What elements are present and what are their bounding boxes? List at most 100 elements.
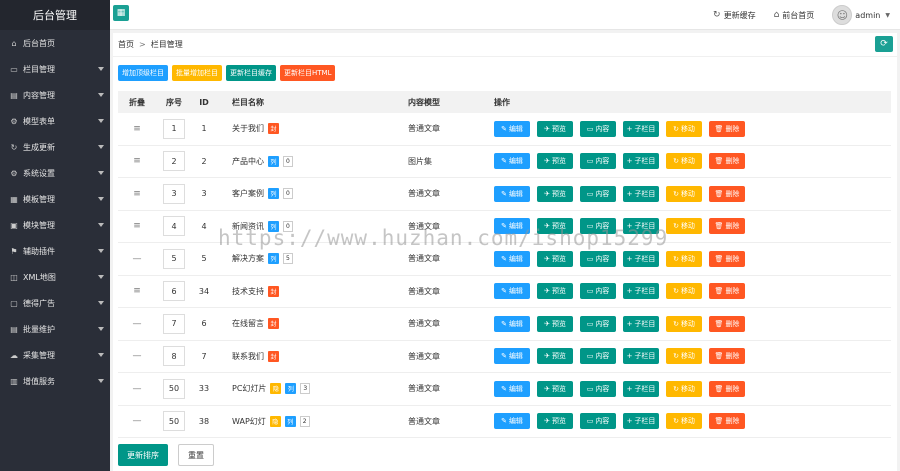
sidebar-item-2[interactable]: ▤ 内容管理 <box>0 82 110 108</box>
preview-button[interactable]: ✈ 预览 <box>537 250 573 267</box>
front-home-link[interactable]: ⌂ 前台首页 <box>774 10 815 21</box>
sort-input[interactable]: 5 <box>163 248 185 269</box>
edit-button[interactable]: ✎ 编辑 <box>494 413 530 430</box>
edit-button[interactable]: ✎ 编辑 <box>494 120 530 137</box>
child-column-button[interactable]: + 子栏目 <box>623 283 659 300</box>
content-button[interactable]: ▭ 内容 <box>580 153 616 170</box>
content-button[interactable]: ▭ 内容 <box>580 380 616 397</box>
preview-button[interactable]: ✈ 预览 <box>537 348 573 365</box>
edit-button[interactable]: ✎ 编辑 <box>494 153 530 170</box>
move-button[interactable]: ↻ 移动 <box>666 153 702 170</box>
update-sort-button[interactable]: 更新排序 <box>118 444 168 466</box>
sort-input[interactable]: 1 <box>163 118 185 139</box>
reset-button[interactable]: 重置 <box>178 444 214 466</box>
preview-button[interactable]: ✈ 预览 <box>537 218 573 235</box>
edit-button[interactable]: ✎ 编辑 <box>494 218 530 235</box>
sidebar-item-11[interactable]: ▤ 批量维护 <box>0 316 110 342</box>
delete-button[interactable]: 🗑 删除 <box>709 153 745 170</box>
update-column-cache-button[interactable]: 更新栏目缓存 <box>226 65 276 81</box>
grid-icon[interactable]: ▦ <box>113 5 129 21</box>
delete-button[interactable]: 🗑 删除 <box>709 348 745 365</box>
edit-button[interactable]: ✎ 编辑 <box>494 250 530 267</box>
delete-button[interactable]: 🗑 删除 <box>709 218 745 235</box>
sidebar-item-0[interactable]: ⌂ 后台首页 <box>0 30 110 56</box>
move-button[interactable]: ↻ 移动 <box>666 250 702 267</box>
content-button[interactable]: ▭ 内容 <box>580 348 616 365</box>
add-top-column-button[interactable]: 增加顶级栏目 <box>118 65 168 81</box>
content-button[interactable]: ▭ 内容 <box>580 315 616 332</box>
sidebar-item-8[interactable]: ⚑ 辅助插件 <box>0 238 110 264</box>
column-name[interactable]: WAP幻灯 <box>232 416 266 427</box>
sort-input[interactable]: 7 <box>163 313 185 334</box>
preview-button[interactable]: ✈ 预览 <box>537 315 573 332</box>
edit-button[interactable]: ✎ 编辑 <box>494 348 530 365</box>
delete-button[interactable]: 🗑 删除 <box>709 185 745 202</box>
refresh-cache-link[interactable]: ↻ 更新缓存 <box>713 10 756 21</box>
child-column-button[interactable]: + 子栏目 <box>623 413 659 430</box>
fold-toggle[interactable]: ≡ <box>118 124 156 134</box>
refresh-button[interactable]: ⟳ <box>875 36 893 52</box>
sidebar-item-10[interactable]: ▢ 德得广告 <box>0 290 110 316</box>
sort-input[interactable]: 3 <box>163 183 185 204</box>
child-column-button[interactable]: + 子栏目 <box>623 153 659 170</box>
move-button[interactable]: ↻ 移动 <box>666 283 702 300</box>
fold-toggle[interactable]: ≡ <box>118 221 156 231</box>
fold-toggle[interactable]: — <box>118 384 156 394</box>
content-button[interactable]: ▭ 内容 <box>580 250 616 267</box>
fold-toggle[interactable]: ≡ <box>118 156 156 166</box>
content-button[interactable]: ▭ 内容 <box>580 413 616 430</box>
sort-input[interactable]: 6 <box>163 281 185 302</box>
sidebar-item-3[interactable]: ⚙ 模型表单 <box>0 108 110 134</box>
fold-toggle[interactable]: — <box>118 254 156 264</box>
sort-input[interactable]: 8 <box>163 346 185 367</box>
sidebar-item-5[interactable]: ⚙ 系统设置 <box>0 160 110 186</box>
child-column-button[interactable]: + 子栏目 <box>623 218 659 235</box>
column-name[interactable]: 新闻资讯 <box>232 221 264 232</box>
move-button[interactable]: ↻ 移动 <box>666 120 702 137</box>
fold-toggle[interactable]: — <box>118 351 156 361</box>
sort-input[interactable]: 2 <box>163 151 185 172</box>
sidebar-item-12[interactable]: ☁ 采集管理 <box>0 342 110 368</box>
content-button[interactable]: ▭ 内容 <box>580 218 616 235</box>
move-button[interactable]: ↻ 移动 <box>666 413 702 430</box>
child-column-button[interactable]: + 子栏目 <box>623 348 659 365</box>
column-name[interactable]: PC幻灯片 <box>232 383 266 394</box>
move-button[interactable]: ↻ 移动 <box>666 348 702 365</box>
child-column-button[interactable]: + 子栏目 <box>623 380 659 397</box>
delete-button[interactable]: 🗑 删除 <box>709 283 745 300</box>
batch-add-column-button[interactable]: 批量增加栏目 <box>172 65 222 81</box>
update-column-html-button[interactable]: 更新栏目HTML <box>280 65 336 81</box>
edit-button[interactable]: ✎ 编辑 <box>494 380 530 397</box>
fold-toggle[interactable]: — <box>118 319 156 329</box>
column-name[interactable]: 客户案例 <box>232 188 264 199</box>
move-button[interactable]: ↻ 移动 <box>666 315 702 332</box>
move-button[interactable]: ↻ 移动 <box>666 380 702 397</box>
edit-button[interactable]: ✎ 编辑 <box>494 185 530 202</box>
sidebar-item-1[interactable]: ▭ 栏目管理 <box>0 56 110 82</box>
sort-input[interactable]: 4 <box>163 216 185 237</box>
fold-toggle[interactable]: ≡ <box>118 286 156 296</box>
sort-input[interactable]: 50 <box>163 378 185 399</box>
column-name[interactable]: 技术支持 <box>232 286 264 297</box>
sidebar-item-6[interactable]: ▦ 模板管理 <box>0 186 110 212</box>
move-button[interactable]: ↻ 移动 <box>666 185 702 202</box>
column-name[interactable]: 产品中心 <box>232 156 264 167</box>
fold-toggle[interactable]: ≡ <box>118 189 156 199</box>
sidebar-item-9[interactable]: ◫ XML地图 <box>0 264 110 290</box>
app-title[interactable]: 后台管理 <box>0 0 110 30</box>
content-button[interactable]: ▭ 内容 <box>580 283 616 300</box>
child-column-button[interactable]: + 子栏目 <box>623 250 659 267</box>
column-name[interactable]: 解决方案 <box>232 253 264 264</box>
breadcrumb-home[interactable]: 首页 <box>118 39 134 50</box>
delete-button[interactable]: 🗑 删除 <box>709 250 745 267</box>
sidebar-item-4[interactable]: ↻ 生成更新 <box>0 134 110 160</box>
delete-button[interactable]: 🗑 删除 <box>709 120 745 137</box>
edit-button[interactable]: ✎ 编辑 <box>494 283 530 300</box>
sidebar-item-7[interactable]: ▣ 模块管理 <box>0 212 110 238</box>
delete-button[interactable]: 🗑 删除 <box>709 413 745 430</box>
content-button[interactable]: ▭ 内容 <box>580 120 616 137</box>
preview-button[interactable]: ✈ 预览 <box>537 380 573 397</box>
sort-input[interactable]: 50 <box>163 411 185 432</box>
column-name[interactable]: 联系我们 <box>232 351 264 362</box>
preview-button[interactable]: ✈ 预览 <box>537 120 573 137</box>
